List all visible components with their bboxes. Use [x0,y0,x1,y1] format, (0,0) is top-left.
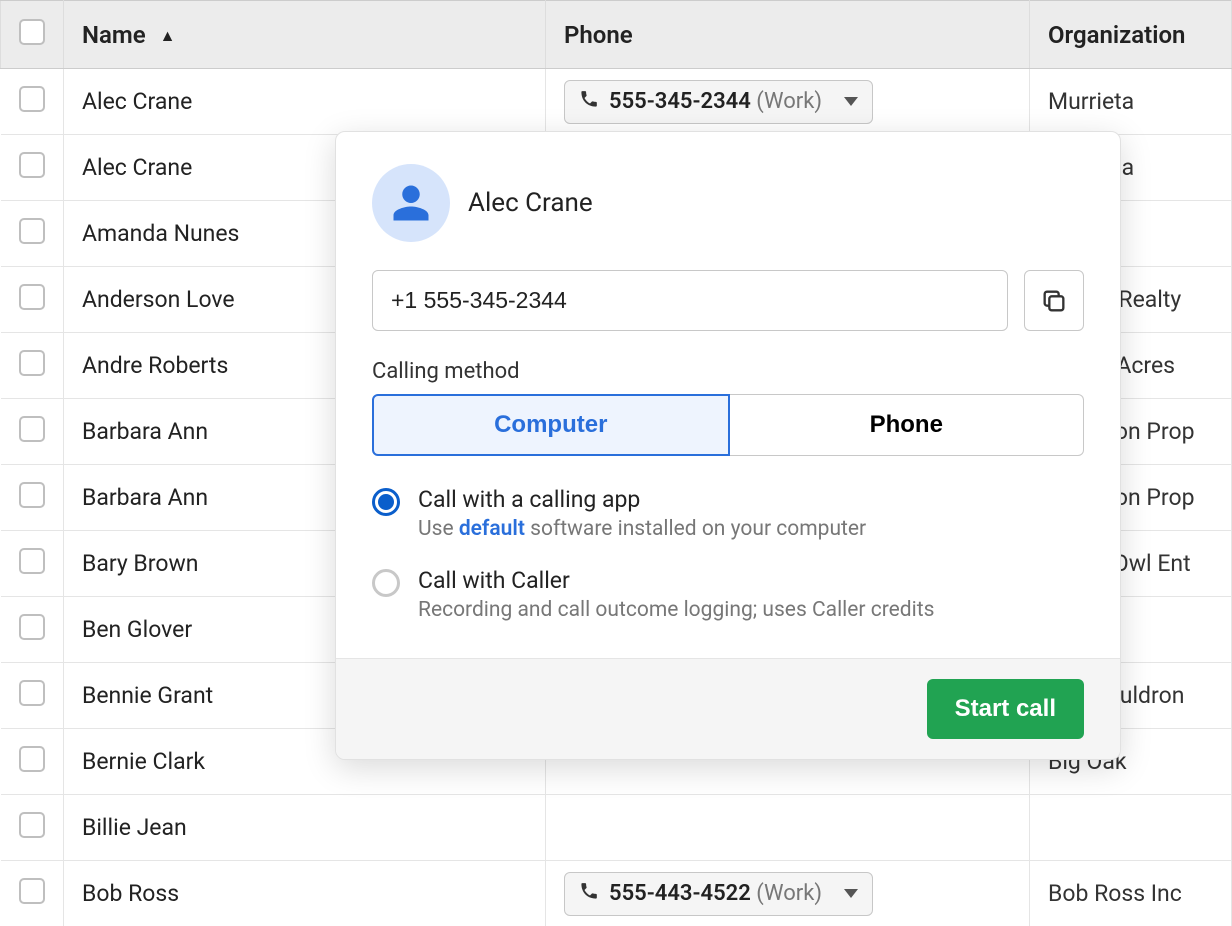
row-checkbox-cell[interactable] [1,69,64,135]
checkbox-icon[interactable] [19,416,45,442]
phone-cell: 555-443-4522 (Work) [546,861,1030,926]
phone-type: (Work) [756,881,822,906]
checkbox-icon[interactable] [19,482,45,508]
row-checkbox-cell[interactable] [1,795,64,861]
copy-icon [1040,287,1068,315]
checkbox-icon[interactable] [19,152,45,178]
row-checkbox-cell[interactable] [1,729,64,795]
column-header-name[interactable]: Name ▲ [64,1,546,69]
checkbox-icon[interactable] [19,284,45,310]
start-call-button[interactable]: Start call [927,679,1084,739]
checkbox-icon[interactable] [19,548,45,574]
phone-cell [546,795,1030,861]
row-checkbox-cell[interactable] [1,135,64,201]
column-header-name-label: Name [82,21,146,49]
row-checkbox-cell[interactable] [1,267,64,333]
tab-phone[interactable]: Phone [730,394,1085,456]
organization-name: Murrieta [1048,88,1134,115]
checkbox-icon[interactable] [19,812,45,838]
row-checkbox-cell[interactable] [1,465,64,531]
popover-contact-name: Alec Crane [468,188,593,218]
contact-name: Amanda Nunes [82,220,239,247]
phone-cell: 555-345-2344 (Work) [546,69,1030,135]
option-caller-desc: Recording and call outcome logging; uses… [418,598,934,622]
phone-icon [579,89,599,115]
option-app-desc-post: software installed on your computer [525,517,866,541]
row-checkbox-cell[interactable] [1,201,64,267]
calling-method-label: Calling method [372,359,1084,384]
option-calling-app-desc: Use default software installed on your c… [418,517,866,541]
phone-number: 555-443-4522 [609,881,751,906]
organization-cell[interactable] [1030,795,1232,861]
table-row[interactable]: Bob Ross 555-443-4522 (Work) Bob Ross Inc [1,861,1232,926]
calling-method-segmented: Computer Phone [372,394,1084,456]
contact-name: Bennie Grant [82,682,213,709]
phone-type: (Work) [756,89,822,114]
checkbox-icon[interactable] [19,878,45,904]
column-header-phone-label: Phone [564,21,633,49]
row-checkbox-cell[interactable] [1,333,64,399]
select-all-header[interactable] [1,1,64,69]
contact-name: Barbara Ann [82,418,208,445]
option-calling-app[interactable]: Call with a calling app Use default soft… [372,486,1084,541]
phone-number: 555-345-2344 [609,89,751,114]
organization-cell[interactable]: Bob Ross Inc [1030,861,1232,926]
row-checkbox-cell[interactable] [1,531,64,597]
checkbox-icon[interactable] [19,19,45,45]
checkbox-icon[interactable] [19,218,45,244]
person-icon [390,182,432,224]
column-header-org-label: Organization [1048,21,1185,49]
contact-name: Ben Glover [82,616,192,643]
checkbox-icon[interactable] [19,350,45,376]
column-header-organization[interactable]: Organization [1030,1,1232,69]
phone-dropdown[interactable]: 555-345-2344 (Work) [564,80,873,124]
name-cell[interactable]: Bob Ross [64,861,546,926]
name-cell[interactable]: Billie Jean [64,795,546,861]
row-checkbox-cell[interactable] [1,663,64,729]
copy-button[interactable] [1024,270,1084,331]
option-caller[interactable]: Call with Caller Recording and call outc… [372,567,1084,622]
checkbox-icon[interactable] [19,746,45,772]
chevron-down-icon [844,889,858,898]
phone-icon [579,881,599,907]
tab-computer[interactable]: Computer [372,394,730,456]
contact-name: Anderson Love [82,286,235,313]
contact-name: Andre Roberts [82,352,228,379]
name-cell[interactable]: Alec Crane [64,69,546,135]
sort-asc-icon: ▲ [160,26,176,46]
contact-name: Bob Ross [82,880,179,907]
contact-name: Billie Jean [82,814,187,841]
checkbox-icon[interactable] [19,614,45,640]
table-header-row: Name ▲ Phone Organization [1,1,1232,69]
column-header-phone[interactable]: Phone [546,1,1030,69]
contact-name: Bary Brown [82,550,198,577]
chevron-down-icon [844,97,858,106]
radio-icon[interactable] [372,569,400,597]
popover-header: Alec Crane [372,164,1084,242]
avatar [372,164,450,242]
row-checkbox-cell[interactable] [1,597,64,663]
contact-name: Barbara Ann [82,484,208,511]
row-checkbox-cell[interactable] [1,861,64,926]
call-popover: Alec Crane Calling method Computer Phone… [335,131,1121,760]
table-row[interactable]: Billie Jean [1,795,1232,861]
option-calling-app-title: Call with a calling app [418,486,866,513]
organization-cell[interactable]: Murrieta [1030,69,1232,135]
table-row[interactable]: Alec Crane 555-345-2344 (Work) Murrieta [1,69,1232,135]
option-caller-title: Call with Caller [418,567,934,594]
popover-footer: Start call [336,658,1120,759]
phone-dropdown[interactable]: 555-443-4522 (Work) [564,872,873,916]
contact-name: Bernie Clark [82,748,205,775]
default-software-link[interactable]: default [459,517,525,541]
phone-number-input[interactable] [372,270,1008,331]
checkbox-icon[interactable] [19,680,45,706]
organization-name: Bob Ross Inc [1048,880,1182,907]
radio-icon[interactable] [372,488,400,516]
contact-name: Alec Crane [82,88,192,115]
option-app-desc-pre: Use [418,517,459,541]
checkbox-icon[interactable] [19,86,45,112]
row-checkbox-cell[interactable] [1,399,64,465]
contact-name: Alec Crane [82,154,192,181]
